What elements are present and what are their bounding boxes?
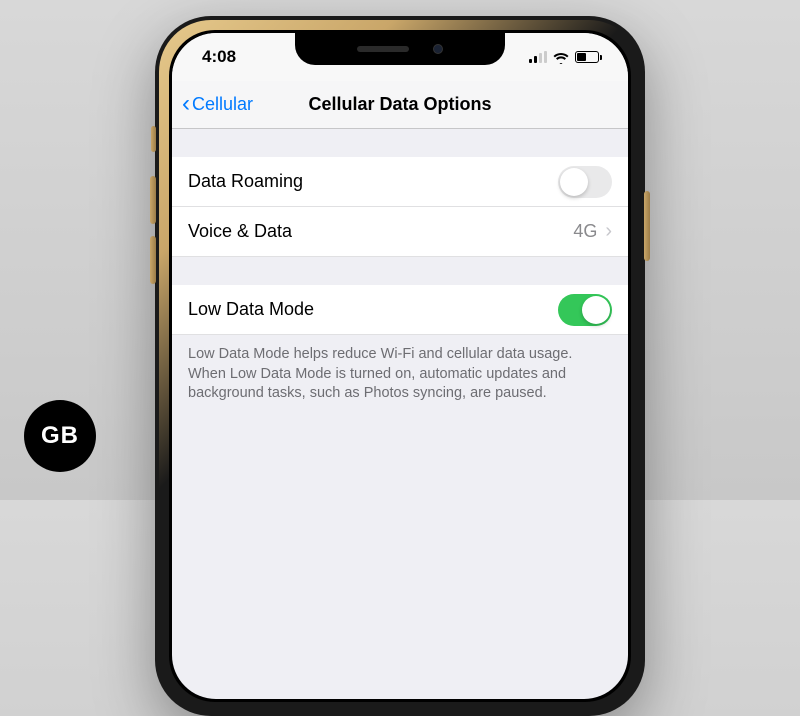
chevron-right-icon: ›	[605, 220, 612, 243]
power-button	[644, 191, 650, 261]
gb-badge-label: GB	[41, 422, 79, 450]
voice-data-value: 4G	[573, 221, 597, 242]
back-label: Cellular	[192, 94, 253, 115]
phone-frame: 4:08 ‹ Cellular	[155, 16, 645, 716]
voice-data-row[interactable]: Voice & Data 4G ›	[172, 207, 628, 257]
battery-icon	[575, 51, 602, 63]
volume-up-button	[150, 176, 156, 224]
settings-content: Data Roaming Voice & Data 4G › Low Data …	[172, 129, 628, 404]
data-roaming-label: Data Roaming	[188, 171, 303, 192]
nav-bar: ‹ Cellular Cellular Data Options	[172, 81, 628, 129]
front-camera	[433, 44, 443, 54]
signal-icon	[529, 51, 547, 63]
volume-down-button	[150, 236, 156, 284]
gb-badge: GB	[24, 400, 96, 472]
wifi-icon	[553, 51, 569, 63]
data-roaming-row[interactable]: Data Roaming	[172, 157, 628, 207]
low-data-mode-description: Low Data Mode helps reduce Wi-Fi and cel…	[172, 335, 628, 404]
notch	[295, 33, 505, 65]
low-data-mode-row[interactable]: Low Data Mode	[172, 285, 628, 335]
mute-switch	[151, 126, 156, 152]
low-data-mode-label: Low Data Mode	[188, 299, 314, 320]
low-data-mode-toggle[interactable]	[558, 294, 612, 326]
battery-fill	[577, 53, 586, 61]
screen: 4:08 ‹ Cellular	[172, 33, 628, 699]
speaker-grille	[357, 46, 409, 52]
status-time: 4:08	[194, 47, 236, 67]
chevron-left-icon: ‹	[182, 92, 190, 116]
back-button[interactable]: ‹ Cellular	[182, 94, 253, 116]
data-roaming-toggle[interactable]	[558, 166, 612, 198]
page-title: Cellular Data Options	[308, 94, 491, 115]
voice-data-label: Voice & Data	[188, 221, 292, 242]
